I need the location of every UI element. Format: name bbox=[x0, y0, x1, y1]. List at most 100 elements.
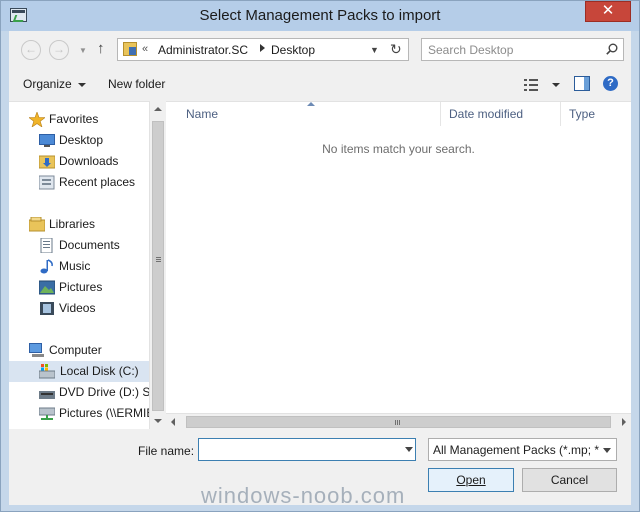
grip-line bbox=[399, 420, 400, 425]
recent-places-icon bbox=[39, 175, 55, 190]
scroll-left-icon[interactable] bbox=[171, 418, 175, 426]
column-header-date-modified[interactable]: Date modified bbox=[441, 102, 561, 126]
tree-item-label: Local Disk (C:) bbox=[60, 364, 139, 378]
navigation-pane-scrollbar[interactable] bbox=[149, 101, 166, 429]
up-button[interactable]: ↑ bbox=[97, 40, 105, 57]
address-dropdown-icon[interactable]: ▼ bbox=[370, 45, 379, 55]
search-icon[interactable] bbox=[606, 43, 618, 55]
tree-favorites-label: Favorites bbox=[49, 112, 99, 126]
tree-item-documents[interactable]: Documents bbox=[37, 235, 147, 256]
cancel-button[interactable]: Cancel bbox=[522, 468, 617, 492]
tree-item-label: Videos bbox=[59, 301, 96, 315]
scrollbar-thumb[interactable] bbox=[152, 121, 164, 411]
file-type-filter-select[interactable]: All Management Packs (*.mp; * bbox=[428, 438, 617, 461]
view-options-dropdown-icon[interactable] bbox=[552, 83, 560, 87]
organize-label: Organize bbox=[23, 77, 72, 91]
command-toolbar: Organize New folder ? bbox=[9, 67, 631, 101]
forward-button[interactable]: → bbox=[49, 40, 69, 60]
file-name-label: File name: bbox=[138, 444, 195, 458]
open-button-label: Open bbox=[456, 473, 486, 487]
tree-item-local-disk[interactable]: Local Disk (C:) bbox=[9, 361, 149, 382]
navigation-pane: Favorites Desktop Downloads Recent place… bbox=[9, 101, 149, 429]
grip-line bbox=[156, 261, 161, 262]
help-icon[interactable]: ? bbox=[603, 76, 618, 91]
documents-icon bbox=[40, 238, 53, 253]
back-arrow-icon: ← bbox=[25, 42, 37, 56]
grip-line bbox=[156, 259, 161, 260]
close-button[interactable]: ✕ bbox=[585, 1, 631, 22]
tree-item-dvd-drive[interactable]: DVD Drive (D:) SC bbox=[37, 382, 149, 403]
watermark: windows-noob.com bbox=[201, 483, 406, 508]
tree-item-videos[interactable]: Videos bbox=[37, 298, 147, 319]
title-bar[interactable]: Select Management Packs to import ✕ bbox=[1, 1, 639, 31]
computer-icon bbox=[29, 343, 44, 357]
desktop-icon bbox=[39, 134, 55, 147]
back-button[interactable]: ← bbox=[21, 40, 41, 60]
grip-line bbox=[395, 420, 396, 425]
tree-item-music[interactable]: Music bbox=[37, 256, 147, 277]
videos-icon bbox=[40, 302, 54, 315]
window-title: Select Management Packs to import bbox=[199, 7, 441, 24]
organize-menu[interactable]: Organize bbox=[23, 77, 86, 91]
preview-pane-icon[interactable] bbox=[574, 76, 590, 91]
file-list-horizontal-scrollbar[interactable] bbox=[166, 413, 631, 430]
file-name-input[interactable] bbox=[198, 438, 416, 461]
dvd-drive-icon bbox=[39, 391, 55, 399]
tree-computer-label: Computer bbox=[49, 343, 102, 357]
network-drive-icon bbox=[39, 407, 55, 420]
empty-message: No items match your search. bbox=[322, 142, 475, 156]
scroll-up-icon[interactable] bbox=[154, 107, 162, 111]
chevron-down-icon bbox=[603, 448, 611, 453]
tree-item-pictures[interactable]: Pictures bbox=[37, 277, 147, 298]
tree-item-label: Documents bbox=[59, 238, 120, 252]
scroll-right-icon[interactable] bbox=[622, 418, 626, 426]
new-folder-button[interactable]: New folder bbox=[108, 77, 165, 91]
dialog-window: Select Management Packs to import ✕ ← → … bbox=[0, 0, 640, 512]
tree-item-label: Downloads bbox=[59, 154, 119, 168]
tree-item-desktop[interactable]: Desktop bbox=[37, 130, 147, 151]
navigation-bar: ← → ▼ ↑ « Administrator.SC Desktop ▼ ↻ S… bbox=[9, 31, 631, 67]
music-note-icon bbox=[40, 259, 53, 274]
open-button[interactable]: Open bbox=[428, 468, 514, 492]
libraries-icon bbox=[29, 217, 45, 232]
tree-favorites[interactable]: Favorites bbox=[27, 109, 147, 130]
tree-item-downloads[interactable]: Downloads bbox=[37, 151, 147, 172]
tree-item-label: Music bbox=[59, 259, 91, 273]
tree-item-label: Pictures (\\ERMIE bbox=[59, 406, 149, 420]
horizontal-scrollbar-thumb[interactable] bbox=[186, 416, 611, 428]
tree-computer[interactable]: Computer bbox=[27, 340, 147, 361]
search-input[interactable]: Search Desktop bbox=[428, 43, 513, 57]
tree-item-label: DVD Drive (D:) SC bbox=[59, 385, 149, 399]
tree-item-label: Pictures bbox=[59, 280, 103, 294]
breadcrumb-administrator[interactable]: Administrator.SC bbox=[158, 43, 248, 57]
up-arrow-icon: ↑ bbox=[97, 40, 105, 57]
column-header-type[interactable]: Type bbox=[561, 102, 631, 126]
column-header-name[interactable]: Name bbox=[178, 102, 441, 126]
tree-item-recent-places[interactable]: Recent places bbox=[37, 172, 147, 193]
file-type-filter-value: All Management Packs (*.mp; * bbox=[433, 443, 599, 457]
scroll-down-icon[interactable] bbox=[154, 419, 162, 423]
file-name-dropdown-icon[interactable] bbox=[405, 447, 413, 452]
local-disk-icon bbox=[39, 364, 55, 379]
tree-item-network-pictures[interactable]: Pictures (\\ERMIE bbox=[37, 403, 149, 424]
grip-line bbox=[156, 257, 161, 258]
breadcrumb-separator-icon[interactable] bbox=[260, 44, 265, 52]
dialog-content: ← → ▼ ↑ « Administrator.SC Desktop ▼ ↻ S… bbox=[9, 31, 631, 505]
address-bar[interactable]: « Administrator.SC Desktop ▼ ↻ bbox=[117, 38, 409, 61]
search-box[interactable]: Search Desktop bbox=[421, 38, 624, 61]
address-overflow-chevron[interactable]: « bbox=[142, 43, 148, 55]
change-view-icon[interactable] bbox=[524, 79, 538, 91]
refresh-icon[interactable]: ↻ bbox=[390, 41, 402, 58]
tree-libraries[interactable]: Libraries bbox=[27, 214, 147, 235]
breadcrumb-desktop[interactable]: Desktop bbox=[271, 43, 315, 57]
tree-item-label: Recent places bbox=[59, 175, 136, 189]
grip-line bbox=[397, 420, 398, 425]
file-list-pane[interactable]: Name Date modified Type No items match y… bbox=[166, 101, 631, 430]
tree-libraries-label: Libraries bbox=[49, 217, 96, 231]
recent-locations-dropdown[interactable]: ▼ bbox=[79, 46, 87, 55]
forward-arrow-icon: → bbox=[53, 42, 65, 56]
downloads-folder-icon bbox=[39, 155, 55, 169]
folder-icon bbox=[123, 42, 137, 56]
pictures-icon bbox=[39, 280, 55, 295]
chevron-down-icon bbox=[77, 82, 86, 87]
